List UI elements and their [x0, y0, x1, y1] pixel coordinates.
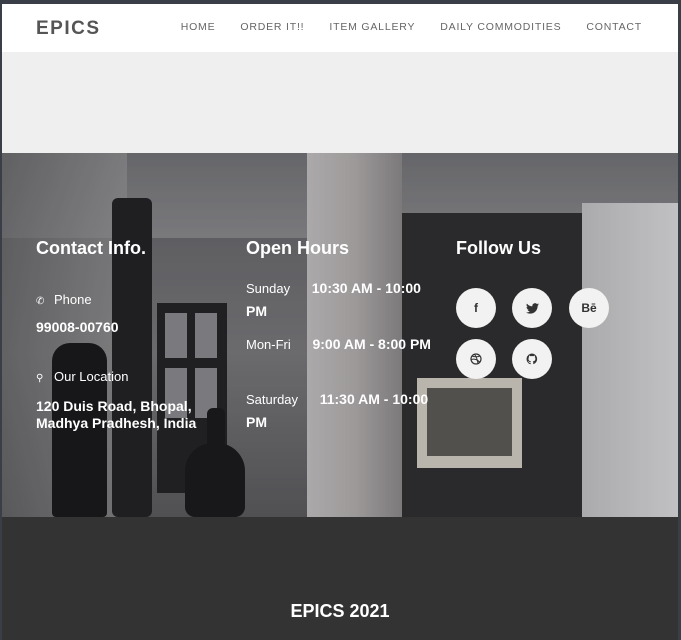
follow-title: Follow Us — [456, 238, 541, 258]
nav-item-gallery[interactable]: ITEM GALLERY — [329, 21, 415, 33]
nav-home[interactable]: HOME — [181, 21, 216, 33]
brand-logo[interactable]: EPICS — [36, 18, 101, 40]
phone-number[interactable]: 99008-00760 — [36, 319, 119, 336]
nav-daily-commodities[interactable]: DAILY COMMODITIES — [440, 21, 561, 33]
phone-icon: ✆ — [36, 296, 45, 307]
hours-title: Open Hours — [246, 238, 350, 258]
navbar: EPICS HOME ORDER IT!! ITEM GALLERY DAILY… — [2, 4, 678, 52]
location-pin-icon: ⚲ — [36, 373, 44, 384]
hours-row: Mon-Fri 9:00 AM - 8:00 PM — [246, 333, 436, 356]
hours-day: Mon-Fri — [246, 337, 291, 352]
location-label: Our Location — [54, 369, 129, 384]
nav-contact[interactable]: CONTACT — [586, 21, 642, 33]
browser-page: EPICS HOME ORDER IT!! ITEM GALLERY DAILY… — [2, 4, 678, 640]
facebook-icon[interactable]: f — [456, 288, 496, 328]
phone-label: Phone — [54, 292, 92, 307]
hours-row: Saturday 11:30 AM - 10:00 PM — [246, 388, 436, 434]
contact-title: Contact Info. — [36, 238, 146, 258]
github-icon[interactable] — [512, 339, 552, 379]
hours-day: Sunday — [246, 281, 291, 296]
location-row: ⚲ Our Location — [36, 369, 128, 384]
nav-order[interactable]: ORDER IT!! — [240, 21, 304, 33]
hours-row: Sunday 10:30 AM - 10:00 PM — [246, 277, 436, 323]
contact-section: Contact Info. ✆ Phone 99008-00760 ⚲ Our Lo… — [2, 153, 678, 517]
twitter-icon[interactable] — [512, 288, 552, 328]
dribbble-icon[interactable] — [456, 339, 496, 379]
hours-time: 9:00 AM - 8:00 PM — [312, 336, 431, 352]
behance-icon[interactable]: Bē — [569, 288, 609, 328]
phone-row: ✆ Phone — [36, 292, 92, 307]
footer: EPICS 2021 — [2, 517, 678, 640]
footer-title: EPICS 2021 — [290, 601, 390, 621]
address: 120 Duis Road, Bhopal, Madhya Pradhesh, … — [36, 398, 197, 431]
hours-day: Saturday — [246, 392, 299, 407]
empty-band — [2, 52, 678, 153]
nav-menu: HOME ORDER IT!! ITEM GALLERY DAILY COMMO… — [181, 21, 642, 33]
